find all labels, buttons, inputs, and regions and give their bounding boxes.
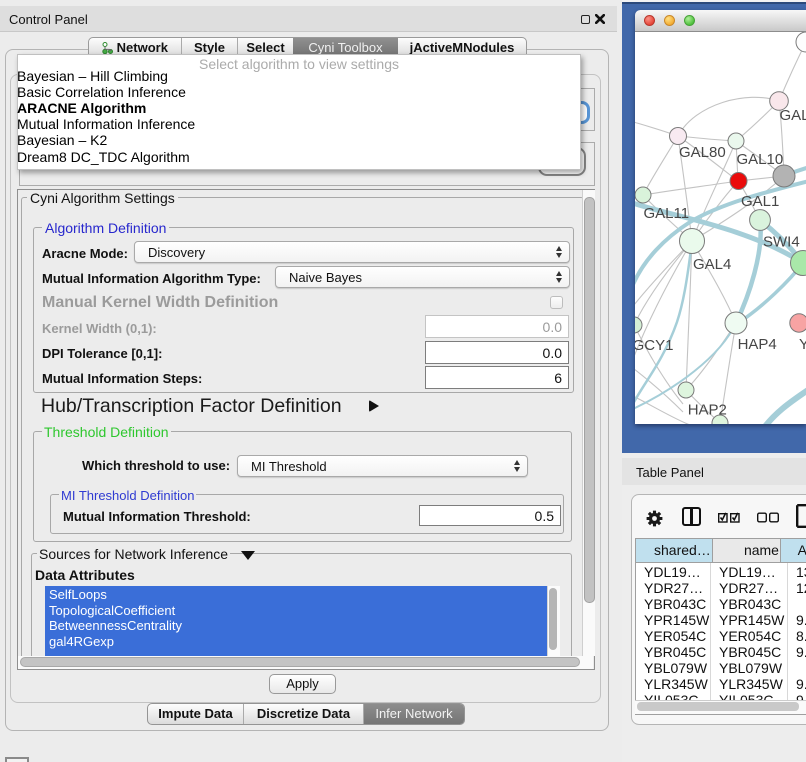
svg-text:GCY1: GCY1 <box>635 337 673 354</box>
svg-text:GAL80: GAL80 <box>679 144 726 161</box>
svg-text:HAP4: HAP4 <box>738 336 777 353</box>
svg-text:SWI4: SWI4 <box>763 234 800 251</box>
svg-text:GAL1: GAL1 <box>741 193 779 210</box>
svg-text:YJ: YJ <box>799 336 806 353</box>
svg-text:GAL10: GAL10 <box>737 151 784 168</box>
svg-text:GAL11: GAL11 <box>644 205 690 222</box>
svg-text:GAL4: GAL4 <box>693 256 731 273</box>
svg-text:GAL2: GAL2 <box>780 107 806 124</box>
svg-text:HAP2: HAP2 <box>688 402 727 419</box>
